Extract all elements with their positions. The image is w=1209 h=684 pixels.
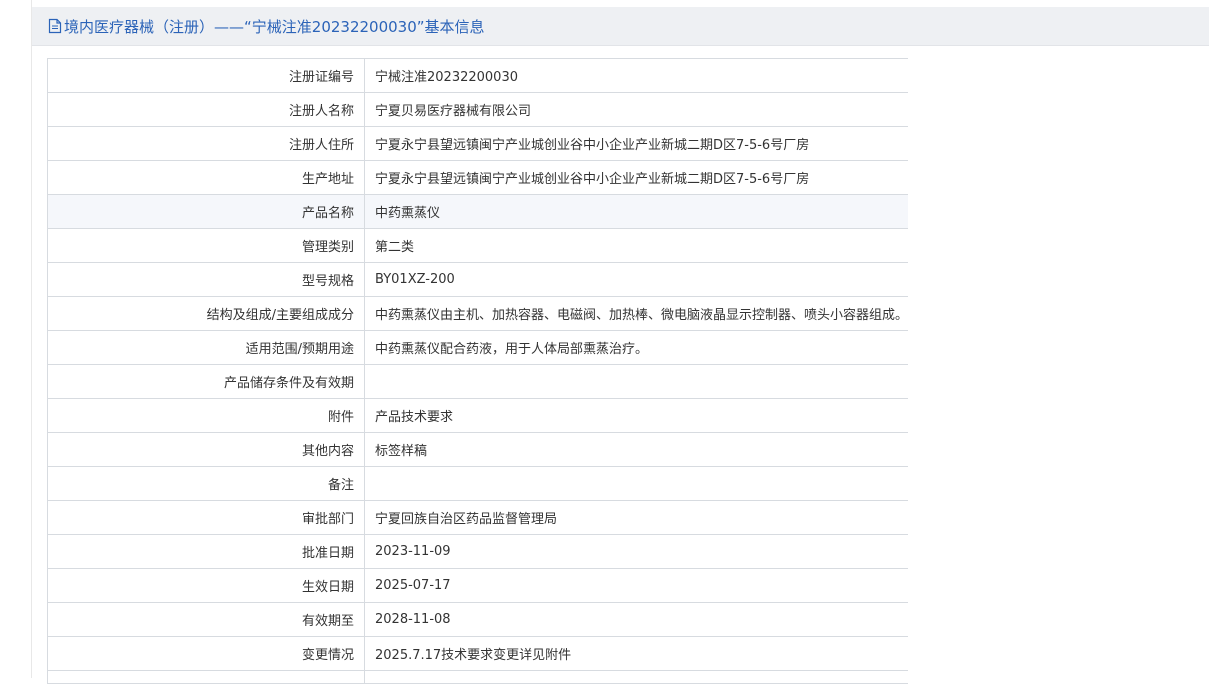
field-value (364, 364, 909, 399)
field-label: 产品储存条件及有效期 (47, 364, 365, 399)
info-table: 注册证编号 宁械注准20232200030 注册人名称 宁夏贝易医疗器械有限公司 注册人… (47, 58, 909, 684)
field-label: 产品名称 (47, 194, 365, 229)
table-row: 生产地址 宁夏永宁县望远镇闽宁产业城创业谷中小企业产业新城二期D区7-5-6号厂房 (47, 160, 909, 195)
table-row: 附件 产品技术要求 (47, 398, 909, 433)
field-label: 注册人住所 (47, 126, 365, 161)
field-value: 中药熏蒸仪 (364, 194, 909, 229)
field-value: 第二类 (364, 228, 909, 263)
field-label: 有效期至 (47, 602, 365, 637)
table-row: 其他内容 标签样稿 (47, 432, 909, 467)
field-value: 2023-11-09 (364, 534, 909, 569)
field-value: 标签样稿 (364, 432, 909, 467)
table-row: 产品储存条件及有效期 (47, 364, 909, 399)
field-value: 宁夏回族自治区药品监督管理局 (364, 500, 909, 535)
table-row: 适用范围/预期用途 中药熏蒸仪配合药液，用于人体局部熏蒸治疗。 (47, 330, 909, 365)
table-row: 注册证编号 宁械注准20232200030 (47, 58, 909, 93)
field-value: 2025.7.17技术要求变更详见附件 (364, 636, 909, 671)
table-row (47, 670, 909, 684)
field-label: 附件 (47, 398, 365, 433)
field-value: 中药熏蒸仪由主机、加热容器、电磁阀、加热棒、微电脑液晶显示控制器、喷头小容器组成… (364, 296, 909, 331)
field-label: 批准日期 (47, 534, 365, 569)
field-value: 宁夏贝易医疗器械有限公司 (364, 92, 909, 127)
field-label: 变更情况 (47, 636, 365, 671)
field-value: 中药熏蒸仪配合药液，用于人体局部熏蒸治疗。 (364, 330, 909, 365)
field-value (364, 670, 909, 684)
table-row: 审批部门 宁夏回族自治区药品监督管理局 (47, 500, 909, 535)
table-row: 管理类别 第二类 (47, 228, 909, 263)
document-icon (48, 18, 62, 34)
field-label: 备注 (47, 466, 365, 501)
field-label: 管理类别 (47, 228, 365, 263)
field-label: 注册人名称 (47, 92, 365, 127)
table-row: 结构及组成/主要组成成分 中药熏蒸仪由主机、加热容器、电磁阀、加热棒、微电脑液晶显… (47, 296, 909, 331)
table-row: 产品名称 中药熏蒸仪 (47, 194, 909, 229)
info-panel: 境内医疗器械（注册）——“宁械注准20232200030”基本信息 注册证编号宁… (32, 7, 1209, 684)
table-row: 生效日期 2025-07-17 (47, 568, 909, 603)
field-label: 结构及组成/主要组成成分 (47, 296, 365, 331)
table-row: 备注 (47, 466, 909, 501)
panel-header: 境内医疗器械（注册）——“宁械注准20232200030”基本信息 (32, 7, 1209, 46)
table-row: 注册人名称 宁夏贝易医疗器械有限公司 (47, 92, 909, 127)
table-row: 注册人住所 宁夏永宁县望远镇闽宁产业城创业谷中小企业产业新城二期D区7-5-6号厂… (47, 126, 909, 161)
field-value (364, 466, 909, 501)
field-value: 宁夏永宁县望远镇闽宁产业城创业谷中小企业产业新城二期D区7-5-6号厂房 (364, 126, 909, 161)
table-row: 有效期至 2028-11-08 (47, 602, 909, 637)
field-label: 其他内容 (47, 432, 365, 467)
field-value: 产品技术要求 (364, 398, 909, 433)
field-label: 适用范围/预期用途 (47, 330, 365, 365)
table-row: 型号规格 BY01XZ-200 (47, 262, 909, 297)
field-label: 生产地址 (47, 160, 365, 195)
field-value: 宁械注准20232200030 (364, 58, 909, 93)
field-value: 2028-11-08 (364, 602, 909, 637)
field-label: 审批部门 (47, 500, 365, 535)
field-label: 生效日期 (47, 568, 365, 603)
field-label (47, 670, 365, 684)
field-label: 注册证编号 (47, 58, 365, 93)
field-value: 2025-07-17 (364, 568, 909, 603)
page-title: 境内医疗器械（注册）——“宁械注准20232200030”基本信息 (64, 17, 485, 36)
field-value: BY01XZ-200 (364, 262, 909, 297)
table-row: 变更情况 2025.7.17技术要求变更详见附件 (47, 636, 909, 671)
field-label: 型号规格 (47, 262, 365, 297)
table-row: 批准日期 2023-11-09 (47, 534, 909, 569)
field-value: 宁夏永宁县望远镇闽宁产业城创业谷中小企业产业新城二期D区7-5-6号厂房 (364, 160, 909, 195)
